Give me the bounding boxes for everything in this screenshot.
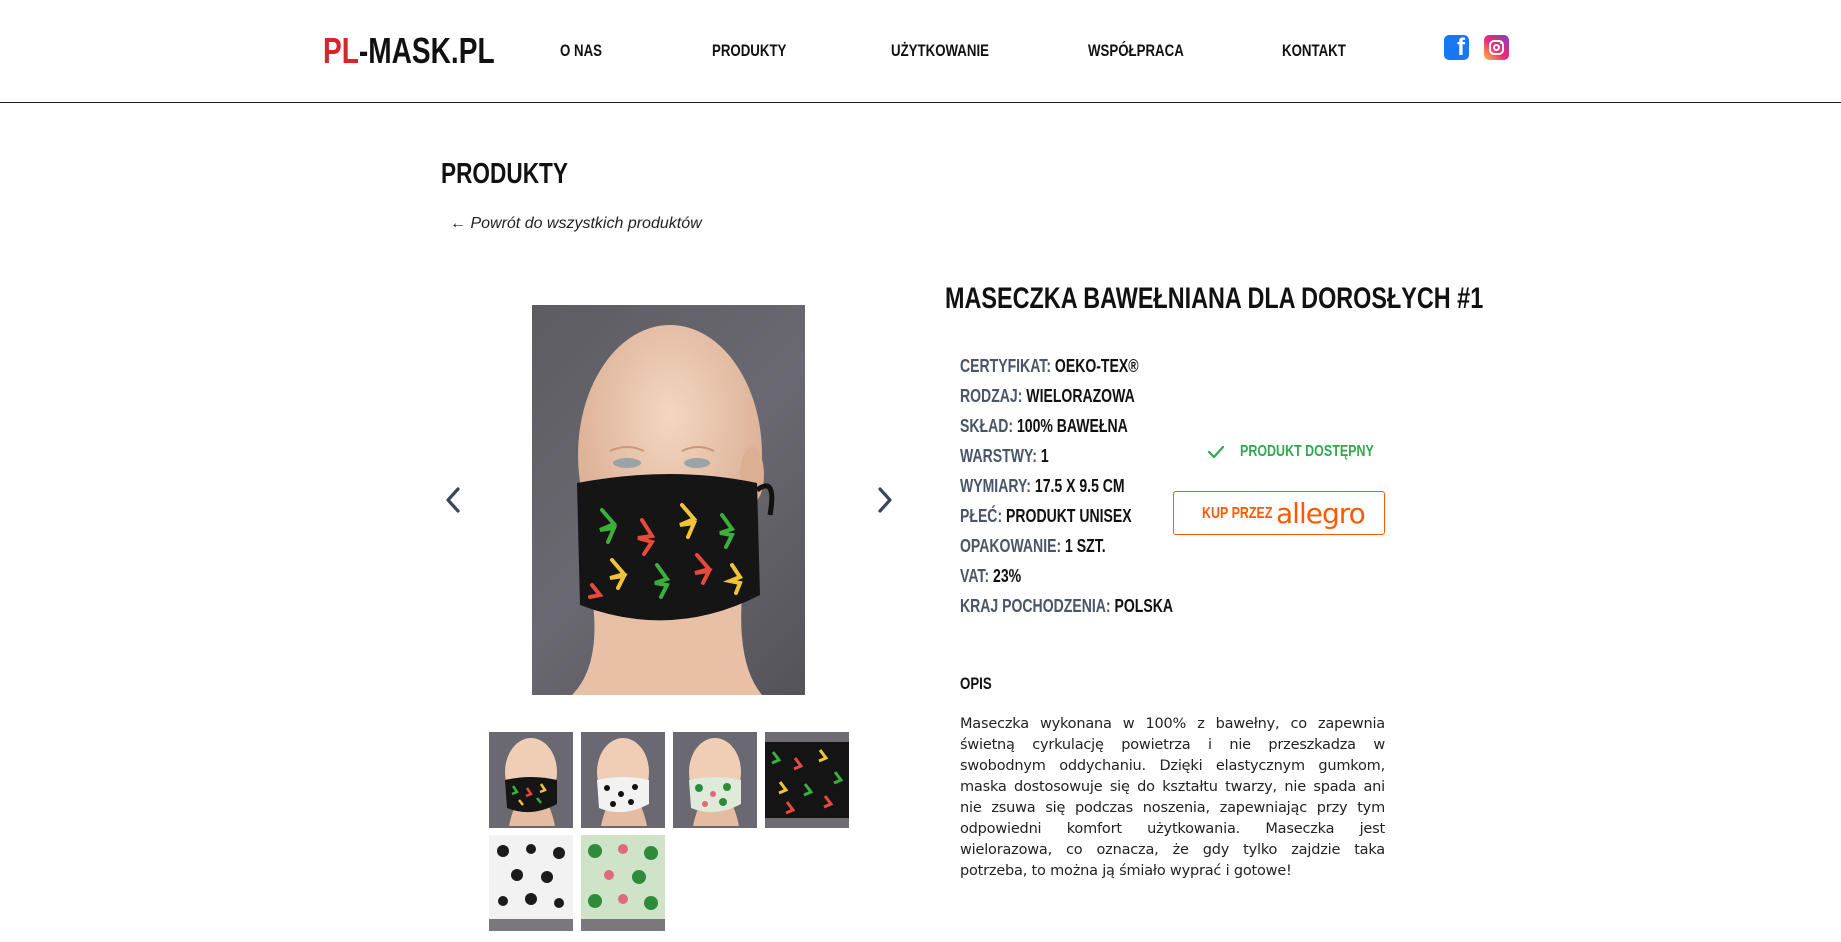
site-logo[interactable]: PL-MASK.PL (323, 30, 495, 72)
availability-status: PRODUKT DOSTĘPNY (1240, 443, 1374, 460)
spec-wymiary: WYMIARY: 17.5 X 9.5 CM (960, 476, 1125, 497)
spec-rodzaj: RODZAJ: WIELORAZOWA (960, 386, 1135, 407)
spec-value: PRODUKT UNISEX (1006, 506, 1132, 526)
allegro-logo: allegro (1276, 497, 1366, 530)
thumbnail-5[interactable] (489, 835, 573, 931)
spec-label: RODZAJ: (960, 386, 1023, 406)
spec-value: 100% BAWEŁNA (1016, 416, 1128, 436)
page-title: PRODUKTY (441, 158, 568, 190)
spec-label: SKŁAD: (960, 416, 1014, 436)
thumbnail-6[interactable] (581, 835, 665, 931)
instagram-icon[interactable] (1484, 35, 1509, 60)
buy-on-allegro-button[interactable]: KUP PRZEZ allegro (1173, 491, 1385, 535)
spec-value: 1 SZT. (1065, 536, 1106, 556)
spec-value: 17.5 X 9.5 CM (1034, 476, 1125, 496)
product-description: Maseczka wykonana w 100% z bawełny, co z… (960, 716, 1385, 879)
product-title: MASECZKA BAWEŁNIANA DLA DOROSŁYCH #1 (945, 282, 1484, 315)
buy-prefix-label: KUP PRZEZ (1202, 505, 1273, 522)
spec-vat: VAT: 23% (960, 566, 1021, 587)
spec-label: CERTYFIKAT: (960, 356, 1052, 376)
spec-warstwy: WARSTWY: 1 (960, 446, 1049, 467)
logo-prefix: PL (323, 30, 359, 71)
spec-label: OPAKOWANIE: (960, 536, 1062, 556)
nav-kontakt[interactable]: KONTAKT (1282, 41, 1346, 61)
spec-label: KRAJ POCHODZENIA: (960, 596, 1111, 616)
gallery-next-arrow-icon[interactable] (873, 484, 897, 516)
main-product-photo (532, 305, 805, 695)
spec-label: WYMIARY: (960, 476, 1031, 496)
nav-uzytkowanie[interactable]: UŻYTKOWANIE (891, 41, 989, 61)
spec-value: POLSKA (1114, 596, 1173, 616)
spec-label: WARSTWY: (960, 446, 1037, 466)
spec-value: OEKO-TEX® (1054, 356, 1139, 376)
back-to-products-link[interactable]: ← Powrót do wszystkich produktów (450, 215, 702, 233)
spec-kraj-pochodzenia: KRAJ POCHODZENIA: POLSKA (960, 596, 1173, 617)
thumbnail-1[interactable] (489, 732, 573, 828)
checkmark-icon (1207, 445, 1225, 459)
spec-value: WIELORAZOWA (1026, 386, 1135, 406)
thumbnail-3[interactable] (673, 732, 757, 828)
nav-wspolpraca[interactable]: WSPÓŁPRACA (1088, 41, 1184, 61)
facebook-icon[interactable]: f (1444, 34, 1469, 61)
spec-sklad: SKŁAD: 100% BAWEŁNA (960, 416, 1128, 437)
spec-certyfikat: CERTYFIKAT: OEKO-TEX® (960, 356, 1139, 377)
thumbnail-2[interactable] (581, 732, 665, 828)
spec-opakowanie: OPAKOWANIE: 1 SZT. (960, 536, 1106, 557)
spec-value: 23% (993, 566, 1022, 586)
gallery-prev-arrow-icon[interactable] (441, 484, 465, 516)
logo-suffix: -MASK.PL (358, 30, 495, 71)
nav-produkty[interactable]: PRODUKTY (712, 41, 786, 61)
nav-o-nas[interactable]: O NAS (560, 41, 602, 61)
spec-plec: PŁEĆ: PRODUKT UNISEX (960, 506, 1132, 527)
thumbnail-4[interactable] (765, 732, 849, 828)
spec-label: VAT: (960, 566, 990, 586)
description-heading: OPIS (960, 674, 992, 693)
spec-label: PŁEĆ: (960, 506, 1003, 526)
site-header: PL-MASK.PL O NAS PRODUKTY UŻYTKOWANIE WS… (0, 0, 1841, 103)
spec-value: 1 (1040, 446, 1049, 466)
